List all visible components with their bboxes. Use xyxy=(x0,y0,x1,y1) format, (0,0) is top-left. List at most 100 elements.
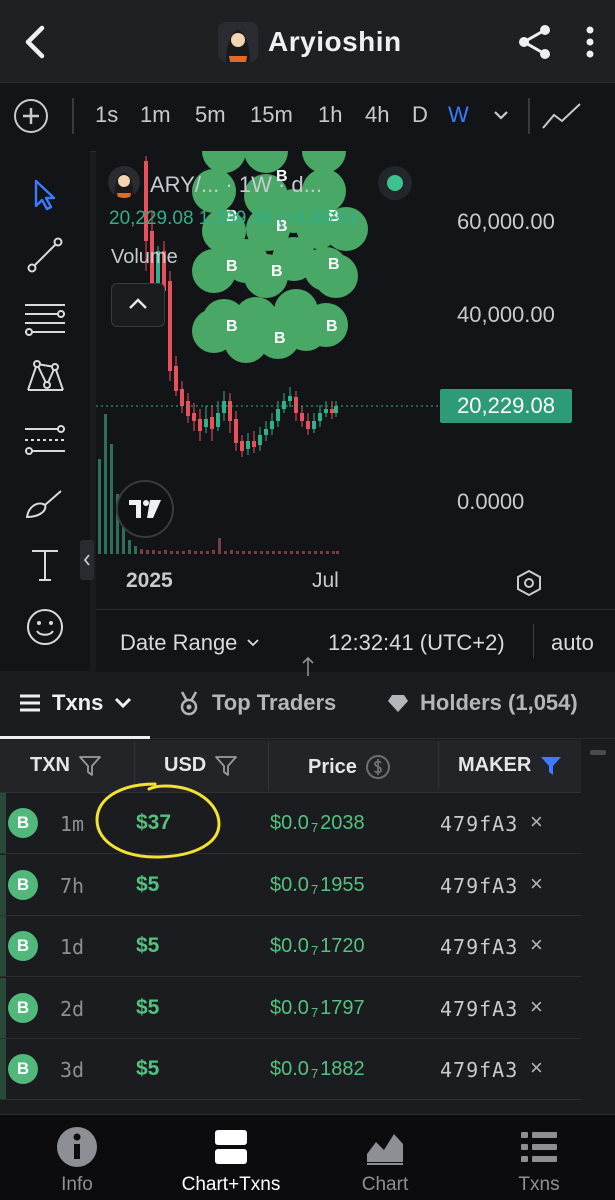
volume-bar xyxy=(110,444,113,554)
tab-top-traders[interactable]: Top Traders xyxy=(176,690,336,716)
table-scrollbar-thumb[interactable] xyxy=(590,750,606,755)
txn-price-zero-count: 7 xyxy=(310,943,319,958)
nav-info-label: Info xyxy=(61,1174,93,1195)
volume-bar xyxy=(230,550,233,554)
candle-body xyxy=(276,409,280,421)
token-title[interactable]: Aryioshin xyxy=(218,20,402,64)
chevron-left-icon xyxy=(25,25,45,59)
list-bullets-icon xyxy=(521,1132,557,1162)
y-axis-tick: 60,000.00 xyxy=(457,209,555,234)
txn-price-zero-count: 7 xyxy=(310,882,319,897)
chart-type-button[interactable] xyxy=(540,98,584,134)
txn-maker-address[interactable]: 479fA3 xyxy=(440,1058,518,1082)
tab-holders[interactable]: Holders (1,054) xyxy=(386,690,578,716)
nav-info[interactable]: Info xyxy=(17,1126,137,1196)
column-header-maker[interactable]: MAKER xyxy=(458,754,563,777)
volume-bar xyxy=(128,540,131,554)
volume-bar xyxy=(200,551,203,554)
tab-txns[interactable]: Txns xyxy=(18,690,133,716)
timeframe-w[interactable]: W xyxy=(448,102,469,128)
candle-body xyxy=(258,435,262,445)
candle-body xyxy=(294,397,298,413)
trend-line-icon xyxy=(27,237,63,273)
emoji-tool[interactable] xyxy=(20,602,70,652)
chart-settings-button[interactable] xyxy=(514,568,544,598)
volume-bar xyxy=(182,551,185,554)
more-options-button[interactable] xyxy=(580,22,600,62)
txn-price-prefix: $0.0 xyxy=(270,812,309,834)
timeframe-15m[interactable]: 15m xyxy=(250,102,293,128)
volume-bar xyxy=(260,551,263,554)
remove-filter-button[interactable]: × xyxy=(530,871,543,897)
cursor-tool[interactable] xyxy=(20,170,70,220)
column-divider xyxy=(268,742,269,790)
back-button[interactable] xyxy=(18,20,54,64)
add-indicator-button[interactable] xyxy=(14,99,48,133)
table-row[interactable]: B 2d $5 $0.0 7 1797 479fA3 × xyxy=(0,978,581,1039)
column-header-txn[interactable]: TXN xyxy=(30,754,102,777)
timeframe-1m[interactable]: 1m xyxy=(140,102,171,128)
table-row[interactable]: B 7h $5 $0.0 7 1955 479fA3 × xyxy=(0,855,581,916)
timeframe-1h[interactable]: 1h xyxy=(318,102,342,128)
nav-txns[interactable]: Txns xyxy=(479,1126,599,1196)
x-axis-tick: Jul xyxy=(312,569,339,592)
date-range-selector[interactable]: Date Range xyxy=(120,630,261,656)
nav-txns-label: Txns xyxy=(518,1174,560,1195)
candle-body xyxy=(306,421,310,429)
toolbar-collapse-toggle[interactable] xyxy=(80,540,94,580)
fib-retracement-tool[interactable] xyxy=(20,294,70,344)
remove-filter-button[interactable]: × xyxy=(530,932,543,958)
column-header-price[interactable]: Price xyxy=(308,754,391,780)
txn-type-badge: B xyxy=(8,808,38,838)
pattern-tool[interactable] xyxy=(20,352,70,402)
timeframe-4h[interactable]: 4h xyxy=(365,102,389,128)
projection-tool[interactable] xyxy=(20,416,70,466)
txn-age: 1m xyxy=(60,812,85,836)
volume-bar xyxy=(134,546,137,554)
txn-usd-value: $5 xyxy=(136,934,160,957)
chart-legend-values: 20,229.08 1,299.38 (+6.86%) xyxy=(109,208,356,229)
candle-body xyxy=(282,401,286,409)
txn-maker-address[interactable]: 479fA3 xyxy=(440,812,518,836)
nav-chart-txns[interactable]: Chart+Txns xyxy=(171,1126,291,1196)
table-scrollbar[interactable] xyxy=(588,740,608,1114)
row-type-marker xyxy=(0,855,6,915)
timeframe-toolbar xyxy=(0,82,615,152)
txn-price-zero-count: 7 xyxy=(310,820,319,835)
nav-chart[interactable]: Chart xyxy=(325,1126,445,1196)
table-row[interactable]: B 3d $5 $0.0 7 1882 479fA3 × xyxy=(0,1039,581,1100)
chevron-up-icon xyxy=(129,298,147,309)
remove-filter-button[interactable]: × xyxy=(530,809,543,835)
column-divider xyxy=(438,742,439,790)
timeframe-d[interactable]: D xyxy=(412,102,428,128)
volume-bar xyxy=(164,550,167,554)
timeframe-dropdown[interactable] xyxy=(490,104,512,126)
volume-bar xyxy=(254,551,257,554)
text-tool[interactable] xyxy=(20,540,70,590)
candle-body xyxy=(180,389,184,406)
legend-collapse-button[interactable] xyxy=(111,283,165,327)
chart-clock[interactable]: 12:32:41 (UTC+2) xyxy=(328,630,505,656)
txn-maker-address[interactable]: 479fA3 xyxy=(440,935,518,959)
table-row[interactable]: B 1m $37 $0.0 7 2038 479fA3 × xyxy=(0,793,581,854)
table-row[interactable]: B 1d $5 $0.0 7 1720 479fA3 × xyxy=(0,916,581,977)
share-button[interactable] xyxy=(515,22,555,62)
column-header-usd[interactable]: USD xyxy=(164,754,238,777)
txn-maker-address[interactable]: 479fA3 xyxy=(440,997,518,1021)
split-view-icon xyxy=(215,1130,247,1164)
remove-filter-button[interactable]: × xyxy=(530,1055,543,1081)
txn-price-digits: 1955 xyxy=(320,874,365,896)
remove-filter-button[interactable]: × xyxy=(530,994,543,1020)
volume-bar xyxy=(176,551,179,554)
auto-scale-toggle[interactable]: auto xyxy=(551,630,594,656)
txn-maker-address[interactable]: 479fA3 xyxy=(440,874,518,898)
chevron-down-icon xyxy=(494,111,508,120)
timeframe-5m[interactable]: 5m xyxy=(195,102,226,128)
trend-line-tool[interactable] xyxy=(20,230,70,280)
tradingview-logo[interactable] xyxy=(116,480,174,538)
filter-icon xyxy=(79,755,101,776)
timeframe-1s[interactable]: 1s xyxy=(95,102,118,128)
brush-tool[interactable] xyxy=(20,478,70,528)
txn-usd-value: $5 xyxy=(136,996,160,1019)
area-chart-icon xyxy=(367,1134,403,1165)
